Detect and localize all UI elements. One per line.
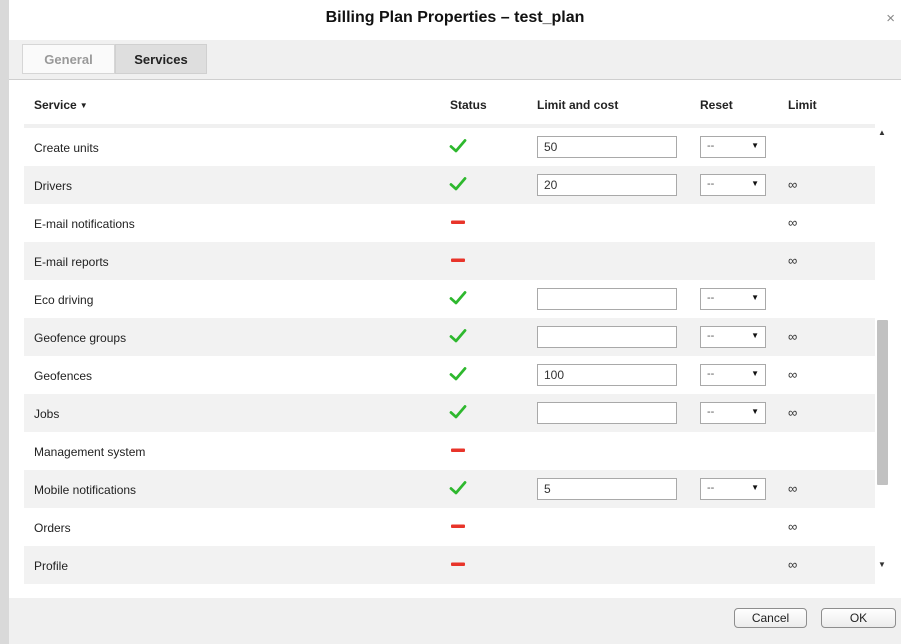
close-icon[interactable]: × <box>886 11 895 27</box>
tab-bar: General Services <box>9 40 901 80</box>
reset-value: -- <box>707 140 715 152</box>
limit-value: ∞ <box>788 329 798 344</box>
service-name: Jobs <box>34 407 60 421</box>
limit-value: ∞ <box>788 177 798 192</box>
table-row: Mobile notifications -- ▼ ∞ <box>24 470 875 508</box>
limit-value: ∞ <box>788 215 798 230</box>
check-icon <box>448 478 468 498</box>
service-name: Mobile notifications <box>34 483 137 497</box>
scroll-up-icon[interactable]: ▲ <box>878 128 886 137</box>
check-icon <box>448 326 468 346</box>
chevron-down-icon: ▼ <box>751 141 759 150</box>
reset-value: -- <box>707 406 715 418</box>
dialog-footer: Cancel OK <box>9 598 901 644</box>
table-row: E-mail notifications ∞ <box>24 204 875 242</box>
service-name: E-mail notifications <box>34 217 135 231</box>
minus-icon <box>448 516 468 536</box>
limit-value: ∞ <box>788 519 798 534</box>
ok-button[interactable]: OK <box>821 608 896 628</box>
service-name: Orders <box>34 521 71 535</box>
column-header-reset: Reset <box>700 98 733 112</box>
column-header-service[interactable]: Service ▼ <box>34 98 88 112</box>
table-row: Geofence groups -- ▼ ∞ <box>24 318 875 356</box>
table-row: Management system <box>24 432 875 470</box>
service-name: Management system <box>34 445 146 459</box>
sort-desc-icon: ▼ <box>79 101 88 110</box>
minus-icon <box>448 212 468 232</box>
service-name: E-mail reports <box>34 255 109 269</box>
vertical-scrollbar[interactable]: ▲ ▼ <box>875 124 889 578</box>
column-header-service-label: Service <box>34 98 77 112</box>
minus-icon <box>448 250 468 270</box>
reset-value: -- <box>707 482 715 494</box>
chevron-down-icon: ▼ <box>751 369 759 378</box>
table-row: Profile ∞ <box>24 546 875 584</box>
service-name: Geofence groups <box>34 331 127 345</box>
service-name: Geofences <box>34 369 93 383</box>
table-row: Eco driving -- ▼ <box>24 280 875 318</box>
limit-cost-input[interactable] <box>537 478 677 500</box>
service-name: Profile <box>34 559 69 573</box>
table-row: Drivers -- ▼ ∞ <box>24 166 875 204</box>
limit-value: ∞ <box>788 481 798 496</box>
reset-select[interactable]: -- ▼ <box>700 326 766 348</box>
cancel-button[interactable]: Cancel <box>734 608 807 628</box>
reset-value: -- <box>707 368 715 380</box>
service-name: Create units <box>34 141 99 155</box>
check-icon <box>448 136 468 156</box>
reset-select[interactable]: -- ▼ <box>700 174 766 196</box>
service-name: Drivers <box>34 179 72 193</box>
column-header-limit-cost: Limit and cost <box>537 98 619 112</box>
table-row: E-mail reports ∞ <box>24 242 875 280</box>
reset-select[interactable]: -- ▼ <box>700 402 766 424</box>
limit-cost-input[interactable] <box>537 326 677 348</box>
chevron-down-icon: ▼ <box>751 331 759 340</box>
chevron-down-icon: ▼ <box>751 483 759 492</box>
tab-general[interactable]: General <box>22 44 115 74</box>
dialog-title: Billing Plan Properties – test_plan <box>325 9 585 26</box>
check-icon <box>448 402 468 422</box>
limit-value: ∞ <box>788 405 798 420</box>
service-name: Eco driving <box>34 293 94 307</box>
limit-value: ∞ <box>788 367 798 382</box>
limit-cost-input[interactable] <box>537 288 677 310</box>
chevron-down-icon: ▼ <box>751 179 759 188</box>
table-row: Orders ∞ <box>24 508 875 546</box>
limit-value: ∞ <box>788 253 798 268</box>
reset-value: -- <box>707 178 715 190</box>
check-icon <box>448 174 468 194</box>
minus-icon <box>448 554 468 574</box>
column-header-limit: Limit <box>788 98 817 112</box>
limit-cost-input[interactable] <box>537 402 677 424</box>
check-icon <box>448 364 468 384</box>
table-row: Jobs -- ▼ ∞ <box>24 394 875 432</box>
scroll-thumb[interactable] <box>877 320 888 485</box>
minus-icon <box>448 440 468 460</box>
limit-cost-input[interactable] <box>537 364 677 386</box>
limit-value: ∞ <box>788 557 798 572</box>
services-panel: Service ▼ Status Limit and cost Reset Lim… <box>9 80 901 644</box>
reset-select[interactable]: -- ▼ <box>700 136 766 158</box>
limit-cost-input[interactable] <box>537 174 677 196</box>
reset-select[interactable]: -- ▼ <box>700 364 766 386</box>
reset-value: -- <box>707 330 715 342</box>
scroll-down-icon[interactable]: ▼ <box>878 560 886 569</box>
reset-select[interactable]: -- ▼ <box>700 288 766 310</box>
table-row: Geofences -- ▼ ∞ <box>24 356 875 394</box>
tab-services[interactable]: Services <box>115 44 207 74</box>
reset-value: -- <box>707 292 715 304</box>
chevron-down-icon: ▼ <box>751 407 759 416</box>
check-icon <box>448 288 468 308</box>
column-header-status: Status <box>450 98 487 112</box>
reset-select[interactable]: -- ▼ <box>700 478 766 500</box>
window-frame <box>0 0 9 644</box>
table-row: Create units -- ▼ <box>24 128 875 166</box>
limit-cost-input[interactable] <box>537 136 677 158</box>
title-bar: Billing Plan Properties – test_plan × <box>9 0 901 40</box>
chevron-down-icon: ▼ <box>751 293 759 302</box>
